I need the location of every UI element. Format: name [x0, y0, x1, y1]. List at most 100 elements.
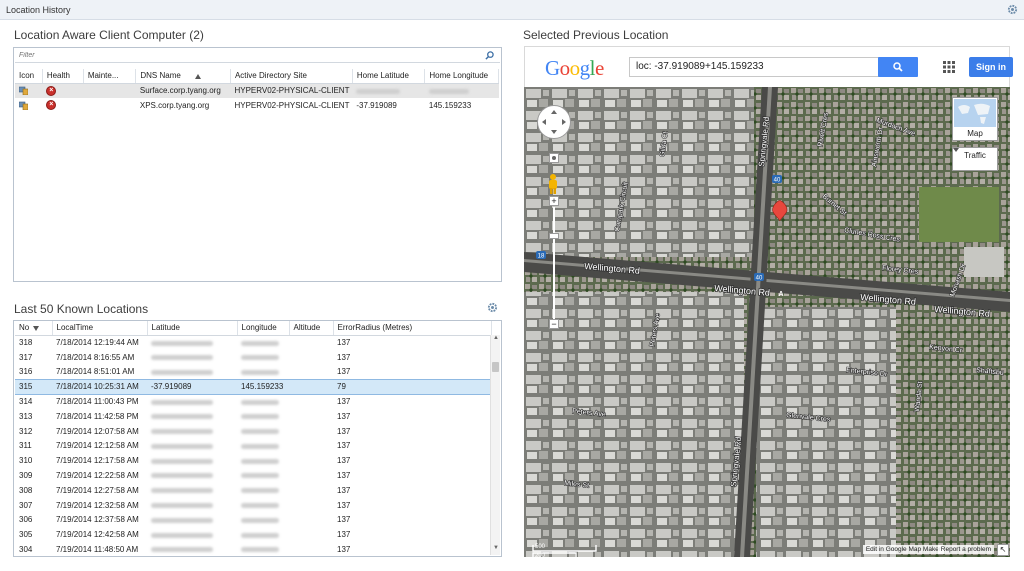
local-time-cell: 7/18/2014 10:25:31 AM: [52, 378, 147, 395]
redacted-value: [151, 473, 213, 479]
map-type-thumbnail: [954, 99, 996, 127]
col-altitude[interactable]: Altitude: [289, 321, 334, 336]
location-row[interactable]: 307 7/19/2014 12:32:58 AM 137: [15, 498, 491, 513]
apps-grid-icon[interactable]: [943, 61, 955, 73]
altitude-cell: [289, 378, 333, 395]
location-row[interactable]: 305 7/19/2014 12:42:58 AM 137: [15, 527, 491, 542]
location-row[interactable]: 306 7/19/2014 12:37:58 AM 137: [15, 513, 491, 528]
col-icon[interactable]: Icon: [15, 69, 43, 84]
col-no-label: No: [19, 323, 30, 333]
route-label-40a: 40: [756, 276, 763, 282]
redacted-value: [151, 503, 213, 509]
computer-row[interactable]: × XPS.corp.tyang.org HYPERV02-PHYSICAL-C…: [15, 98, 499, 113]
location-row[interactable]: 318 7/18/2014 12:19:44 AM 137: [15, 335, 491, 350]
google-header: Google loc: -37.919089+145.159233 Sign i…: [524, 46, 1013, 87]
pan-arrows-icon: [542, 110, 566, 134]
local-time-cell: 7/19/2014 12:42:58 AM: [56, 530, 139, 540]
location-row[interactable]: 312 7/19/2014 12:07:58 AM 137: [15, 424, 491, 439]
location-row[interactable]: 304 7/19/2014 11:48:50 AM 137: [15, 542, 491, 556]
error-icon: ×: [46, 100, 57, 111]
satellite-map[interactable]: Wellington Rd Wellington Rd Wellington R…: [524, 87, 1010, 557]
gear-icon[interactable]: [1007, 4, 1018, 15]
zoom-slider-track[interactable]: [553, 207, 555, 319]
altitude-cell: [289, 498, 333, 513]
longitude-cell: [237, 527, 289, 542]
traffic-label: Traffic: [964, 151, 986, 160]
map-search-input[interactable]: loc: -37.919089+145.159233: [629, 57, 879, 77]
scroll-down-arrow[interactable]: ▼: [491, 545, 501, 555]
search-icon[interactable]: [485, 51, 494, 60]
no-cell: 317: [19, 352, 33, 362]
col-local-time[interactable]: LocalTime: [52, 321, 148, 336]
location-row[interactable]: 316 7/18/2014 8:51:01 AM 137: [15, 365, 491, 380]
gear-icon[interactable]: [487, 302, 498, 313]
latitude-cell: -37.919089: [147, 378, 237, 395]
filter-input[interactable]: [15, 49, 452, 62]
col-dns-name[interactable]: DNS Name: [135, 69, 231, 84]
altitude-cell: [289, 424, 333, 439]
pan-control[interactable]: [537, 105, 571, 139]
error-icon: ×: [46, 85, 57, 96]
latitude-cell: [147, 513, 237, 528]
zoom-slider-thumb[interactable]: [549, 233, 559, 239]
sign-in-button[interactable]: Sign in: [969, 57, 1013, 77]
col-health[interactable]: Health: [42, 69, 84, 84]
map-marker-label: A: [778, 291, 783, 298]
google-logo[interactable]: Google: [545, 56, 604, 81]
col-maintenance[interactable]: Mainte...: [83, 69, 137, 84]
local-time-cell: 7/18/2014 11:00:43 PM: [56, 397, 139, 407]
traffic-button[interactable]: Traffic: [952, 147, 998, 171]
scale-label-upper: 500: [535, 544, 546, 550]
location-row[interactable]: 311 7/19/2014 12:12:58 AM 137: [15, 439, 491, 454]
map-search-button[interactable]: [878, 57, 918, 77]
col-error-radius[interactable]: ErrorRadius (Metres): [333, 321, 492, 336]
dns-name-cell: Surface.corp.tyang.org: [135, 83, 231, 98]
redacted-value: [151, 547, 213, 553]
map-type-button[interactable]: Map: [952, 97, 998, 141]
redacted-value: [151, 355, 213, 361]
computer-row[interactable]: × Surface.corp.tyang.org HYPERV02-PHYSIC…: [15, 83, 499, 98]
expand-corner-button[interactable]: ↖: [997, 544, 1009, 556]
longitude-cell: [237, 439, 289, 454]
report-problem-link[interactable]: Report a problem: [937, 545, 994, 554]
col-ad-site[interactable]: Active Directory Site: [230, 69, 353, 84]
col-home-lat[interactable]: Home Latitude: [352, 69, 426, 84]
redacted-value: [151, 488, 213, 494]
redacted-value: [241, 473, 279, 479]
locations-scrollbar[interactable]: ▲ ▼: [490, 335, 500, 555]
location-row[interactable]: 315 7/18/2014 10:25:31 AM -37.919089 145.15…: [15, 378, 491, 395]
col-dns-name-label: DNS Name: [140, 71, 181, 81]
location-row[interactable]: 313 7/18/2014 11:42:58 PM 137: [15, 409, 491, 424]
map-section-title: Selected Previous Location: [523, 28, 669, 42]
computer-icon: [19, 101, 28, 110]
zoom-out-button[interactable]: −: [549, 319, 559, 329]
location-row[interactable]: 314 7/18/2014 11:00:43 PM 137: [15, 394, 491, 409]
computers-panel: Icon Health Mainte... DNS Name Active Di…: [13, 47, 502, 282]
street-view-toggle[interactable]: [549, 153, 559, 163]
location-row[interactable]: 310 7/19/2014 12:17:58 AM 137: [15, 453, 491, 468]
altitude-cell: [289, 409, 333, 424]
col-home-lon[interactable]: Home Longitude: [424, 69, 499, 84]
no-cell: 313: [19, 411, 33, 421]
scroll-up-arrow[interactable]: ▲: [491, 335, 501, 345]
location-row[interactable]: 308 7/19/2014 12:27:58 AM 137: [15, 483, 491, 498]
location-row[interactable]: 309 7/19/2014 12:22:58 AM 137: [15, 468, 491, 483]
location-row[interactable]: 317 7/18/2014 8:16:55 AM 137: [15, 350, 491, 365]
latitude-cell: [147, 365, 237, 380]
home-lat-cell: [352, 83, 425, 98]
altitude-cell: [289, 483, 333, 498]
pegman-icon[interactable]: [547, 173, 559, 195]
latitude-cell: [147, 542, 237, 556]
col-no[interactable]: No: [15, 321, 53, 336]
edit-map-maker-link[interactable]: Edit in Google Map Maker: [862, 545, 944, 554]
scroll-thumb[interactable]: [492, 362, 499, 372]
altitude-cell: [289, 513, 333, 528]
window-title: Location History: [6, 5, 71, 15]
no-cell: 314: [19, 397, 33, 407]
col-latitude[interactable]: Latitude: [147, 321, 238, 336]
sort-arrow-icon: [194, 73, 201, 79]
latitude-cell: [147, 468, 237, 483]
col-longitude[interactable]: Longitude: [237, 321, 290, 336]
latitude-cell: [147, 424, 237, 439]
zoom-in-button[interactable]: +: [549, 196, 559, 206]
